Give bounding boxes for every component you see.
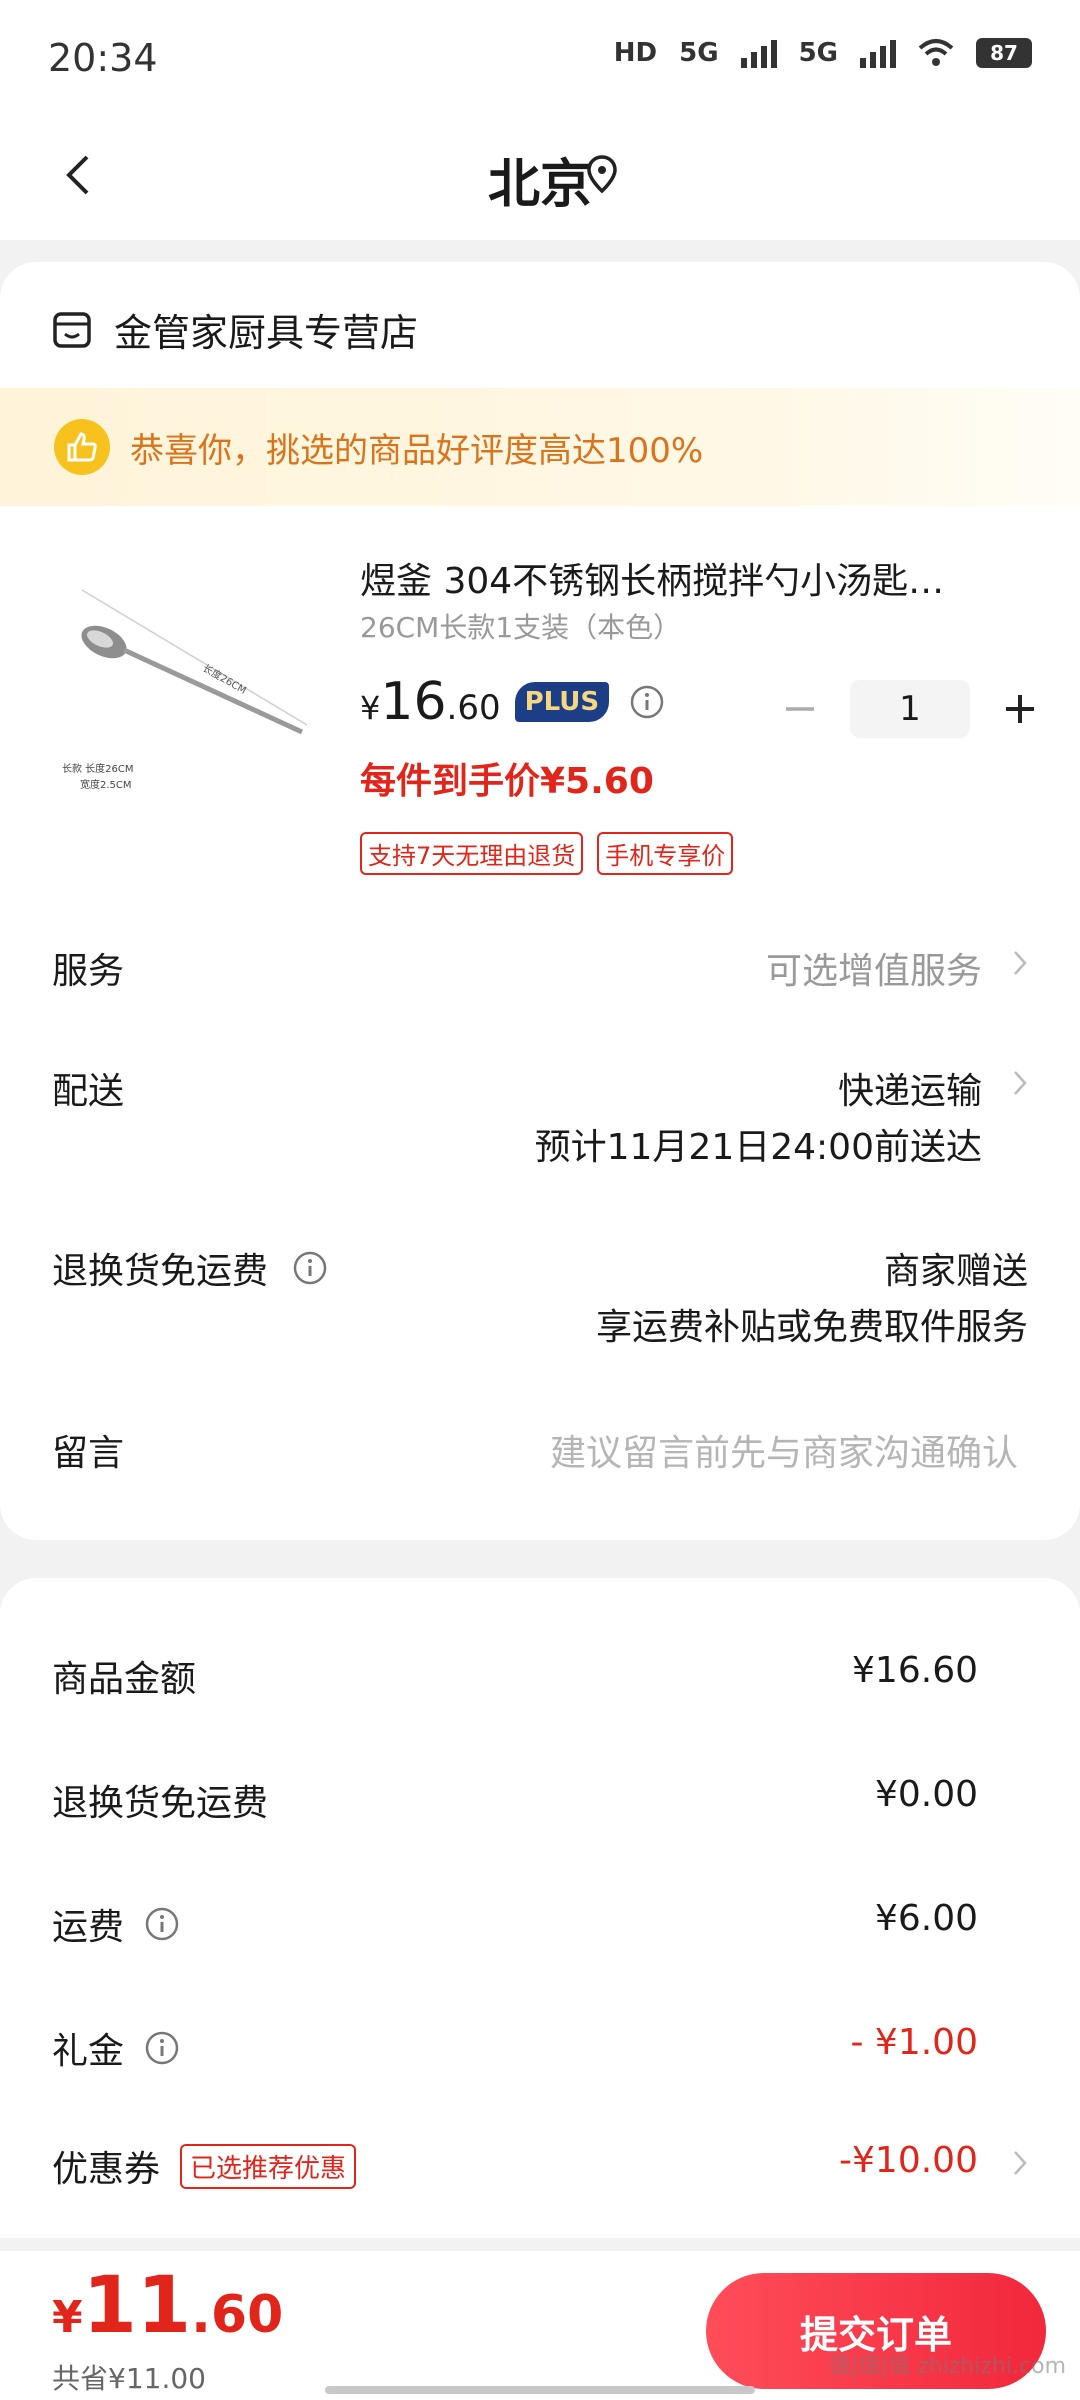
return-shipping-text: 退换货免运费 (52, 1251, 269, 1292)
status-time: 20:34 (48, 36, 158, 80)
return-shipping-value: 商家赠送 (883, 1251, 1028, 1292)
product-name[interactable]: 煜釜 304不锈钢长柄搅拌勺小汤匙… (360, 552, 1000, 604)
product-tags: 支持7天无理由退货 手机专享价 (360, 832, 734, 875)
message-input[interactable]: 建议留言前先与商家沟通确认 (550, 1424, 1018, 1476)
product-spec[interactable]: 26CM长款1支装（本色） (360, 606, 681, 646)
service-row[interactable]: 服务 可选增值服务 (52, 942, 1028, 1002)
signal-icon (740, 38, 777, 68)
gift-value: - ¥1.00 (850, 2022, 979, 2063)
freight-value: ¥6.00 (874, 1898, 978, 1939)
price-decimal: .60 (446, 688, 501, 728)
plus-badge: PLUS (514, 682, 610, 722)
rating-banner: 恭喜你，挑选的商品好评度高达100% (0, 388, 1080, 506)
status-icons: HD 5G 5G 87 (614, 38, 1032, 68)
decrease-button[interactable] (780, 689, 820, 729)
page-title[interactable]: 北京 (0, 142, 1080, 217)
gift-label-wrap: 礼金 (52, 2022, 180, 2074)
rating-banner-text: 恭喜你，挑选的商品好评度高达100% (130, 430, 704, 471)
info-icon[interactable] (144, 2030, 180, 2066)
image-caption-1: 长款 长度26CM (62, 764, 134, 775)
page-header: 北京 (0, 110, 1080, 240)
message-label: 留言 (52, 1433, 125, 1474)
return-fee-label: 退换货免运费 (52, 1783, 269, 1824)
price-integer: 16 (380, 672, 447, 732)
minus-icon (786, 707, 814, 711)
total-decimal: .60 (191, 2285, 284, 2345)
info-icon[interactable] (144, 1906, 180, 1942)
return-shipping-label: 退换货免运费 (52, 1242, 328, 1294)
chevron-right-icon (1014, 1071, 1027, 1095)
info-icon[interactable] (292, 1250, 328, 1286)
store-name: 金管家厨具专营店 (114, 311, 419, 355)
service-label: 服务 (52, 951, 125, 992)
product-image[interactable]: 长度26CM 长款 长度26CM 宽度2.5CM (52, 560, 322, 810)
info-icon[interactable] (629, 684, 665, 720)
home-indicator[interactable] (325, 2386, 755, 2394)
coupon-label-wrap: 优惠券 已选推荐优惠 (52, 2140, 357, 2192)
svg-text:长度26CM: 长度26CM (201, 661, 249, 696)
return-shipping-sub: 享运费补贴或免费取件服务 (595, 1307, 1028, 1348)
signal-5g-label-2: 5G (798, 38, 838, 68)
quantity-stepper: 1 (780, 680, 1040, 738)
return-shipping-row: 退换货免运费 商家赠送 享运费补贴或免费取件服务 (52, 1242, 1028, 1362)
delivery-value: 快递运输 (837, 1071, 982, 1112)
status-bar: 20:34 HD 5G 5G 87 (0, 0, 1080, 110)
delivery-label: 配送 (52, 1071, 125, 1112)
total-currency: ¥ (52, 2292, 83, 2343)
unit-price: 每件到手价¥5.60 (360, 761, 654, 802)
signal-5g-label-1: 5G (679, 38, 719, 68)
delivery-row[interactable]: 配送 快递运输 预计11月21日24:00前送达 (52, 1062, 1028, 1182)
total-price: ¥ 11 .60 (52, 2261, 283, 2351)
coupon-tag: 已选推荐优惠 (180, 2143, 357, 2189)
total-integer: 11 (82, 2261, 192, 2351)
signal-icon-2 (860, 38, 896, 68)
plus-icon (1006, 695, 1034, 723)
battery-icon: 87 (976, 38, 1032, 68)
chevron-right-icon (1014, 2151, 1027, 2175)
store-icon (53, 311, 91, 348)
chevron-right-icon (1014, 951, 1027, 975)
price-summary-card: 商品金额 ¥16.60 退换货免运费 ¥0.00 运费 ¥6.00 礼金 - ¥… (0, 1578, 1080, 2238)
location-pin-icon[interactable] (586, 154, 618, 194)
product-price: ¥ 16 .60 PLUS (360, 672, 665, 732)
coupon-value: -¥10.00 (839, 2140, 978, 2181)
store-row[interactable]: 金管家厨具专营店 (52, 302, 418, 357)
message-row[interactable]: 留言 建议留言前先与商家沟通确认 (52, 1424, 1028, 1484)
tag-7day-return: 支持7天无理由退货 (360, 832, 584, 875)
return-fee-value: ¥0.00 (874, 1774, 978, 1815)
image-caption-2: 宽度2.5CM (80, 780, 132, 791)
increase-button[interactable] (1000, 689, 1040, 729)
goods-amount-value: ¥16.60 (852, 1650, 978, 1691)
hd-icon: HD (613, 38, 658, 68)
watermark: 值|值|值 zhizhizhi.com (829, 2354, 1066, 2379)
freight-label: 运费 (52, 1907, 125, 1948)
saved-amount: 共省¥11.00 (52, 2362, 206, 2395)
tag-mobile-price: 手机专享价 (597, 832, 734, 875)
wifi-icon (918, 39, 954, 66)
freight-label-wrap: 运费 (52, 1898, 180, 1950)
goods-amount-label: 商品金额 (52, 1659, 197, 1700)
quantity-field[interactable]: 1 (850, 680, 970, 738)
thumbs-up-icon (54, 419, 110, 475)
price-currency: ¥ (360, 689, 381, 727)
gift-label: 礼金 (52, 2031, 125, 2072)
service-value: 可选增值服务 (765, 951, 982, 992)
coupon-label: 优惠券 (52, 2149, 161, 2190)
order-card: 金管家厨具专营店 恭喜你，挑选的商品好评度高达100% 长度26CM 长款 长度… (0, 262, 1080, 1540)
delivery-eta: 预计11月21日24:00前送达 (534, 1127, 982, 1168)
